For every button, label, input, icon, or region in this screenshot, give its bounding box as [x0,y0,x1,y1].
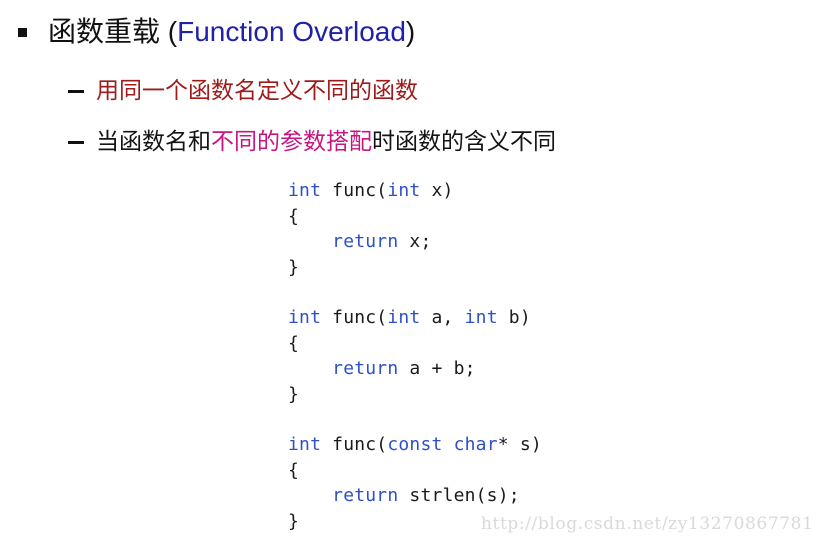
code-line: int func(int x) [288,178,542,204]
code-text: a, [420,307,465,328]
bullet-2-segment-1: 当函数名和 [96,129,211,155]
code-text: { [288,459,300,481]
code-keyword: const [387,434,443,455]
code-text: { [288,332,300,354]
title-space [160,16,168,47]
bullet-2-segment-highlight: 不同的参数搭配 [211,129,372,155]
code-text: } [288,256,300,278]
code-keyword: return [332,485,399,506]
code-text: b) [497,307,531,328]
bullet-1-segment-1: 用同一个函数名定义不同的函数 [96,78,418,104]
code-keyword: int [387,307,421,328]
code-line: return x; [288,229,542,255]
dash-bullet-icon [68,90,84,93]
page-title: 函数重载 (Function Overload) [48,14,415,50]
bullet-2-segment-3: 时函数的含义不同 [372,129,556,155]
code-text: strlen(s); [398,485,520,506]
watermark-url: http://blog.csdn.net/zy13270867781 [481,514,814,534]
bullet-item-2: 当函数名和不同的参数搭配时函数的含义不同 [68,127,556,157]
code-text: } [288,383,300,405]
code-text: x; [398,231,432,252]
code-keyword: int [387,180,421,201]
code-text: } [288,510,300,532]
dash-bullet-icon [68,141,84,144]
title-row: 函数重载 (Function Overload) [18,14,415,50]
square-bullet-icon [18,28,27,37]
code-text: * s) [497,434,542,455]
code-block-func-int-a-int-b: int func(int a, int b){ return a + b;} [288,305,542,407]
code-keyword: int [288,434,322,455]
code-text: func( [321,434,388,455]
code-keyword: int [288,307,322,328]
code-text: a + b; [398,358,476,379]
code-line: int func(int a, int b) [288,305,542,331]
code-keyword: return [332,358,399,379]
code-block-func-int-x: int func(int x){ return x;} [288,178,542,280]
code-block-gap [288,407,542,432]
code-keyword: return [332,231,399,252]
code-line: { [288,331,542,357]
code-line: { [288,204,542,230]
code-text: func( [321,180,388,201]
code-line: { [288,458,542,484]
title-open-paren: ( [167,16,178,47]
code-line: int func(const char* s) [288,432,542,458]
code-keyword: int [288,180,322,201]
code-line: } [288,382,542,408]
bullet-1-text: 用同一个函数名定义不同的函数 [96,76,418,106]
title-english: Function Overload [177,16,406,47]
bullet-item-1: 用同一个函数名定义不同的函数 [68,76,418,106]
code-text: func( [321,307,388,328]
slide-canvas: 函数重载 (Function Overload) 用同一个函数名定义不同的函数 … [0,0,840,543]
code-keyword: char [453,434,498,455]
code-line: } [288,255,542,281]
title-chinese: 函数重载 [48,15,161,48]
code-keyword: int [464,307,498,328]
code-text: x) [420,180,454,201]
title-close-paren: ) [405,16,416,47]
code-block-gap [288,280,542,305]
code-text: { [288,205,300,227]
bullet-2-text: 当函数名和不同的参数搭配时函数的含义不同 [96,127,556,157]
code-line: return a + b; [288,356,542,382]
code-line: return strlen(s); [288,483,542,509]
code-listing: int func(int x){ return x;} int func(int … [288,178,542,534]
